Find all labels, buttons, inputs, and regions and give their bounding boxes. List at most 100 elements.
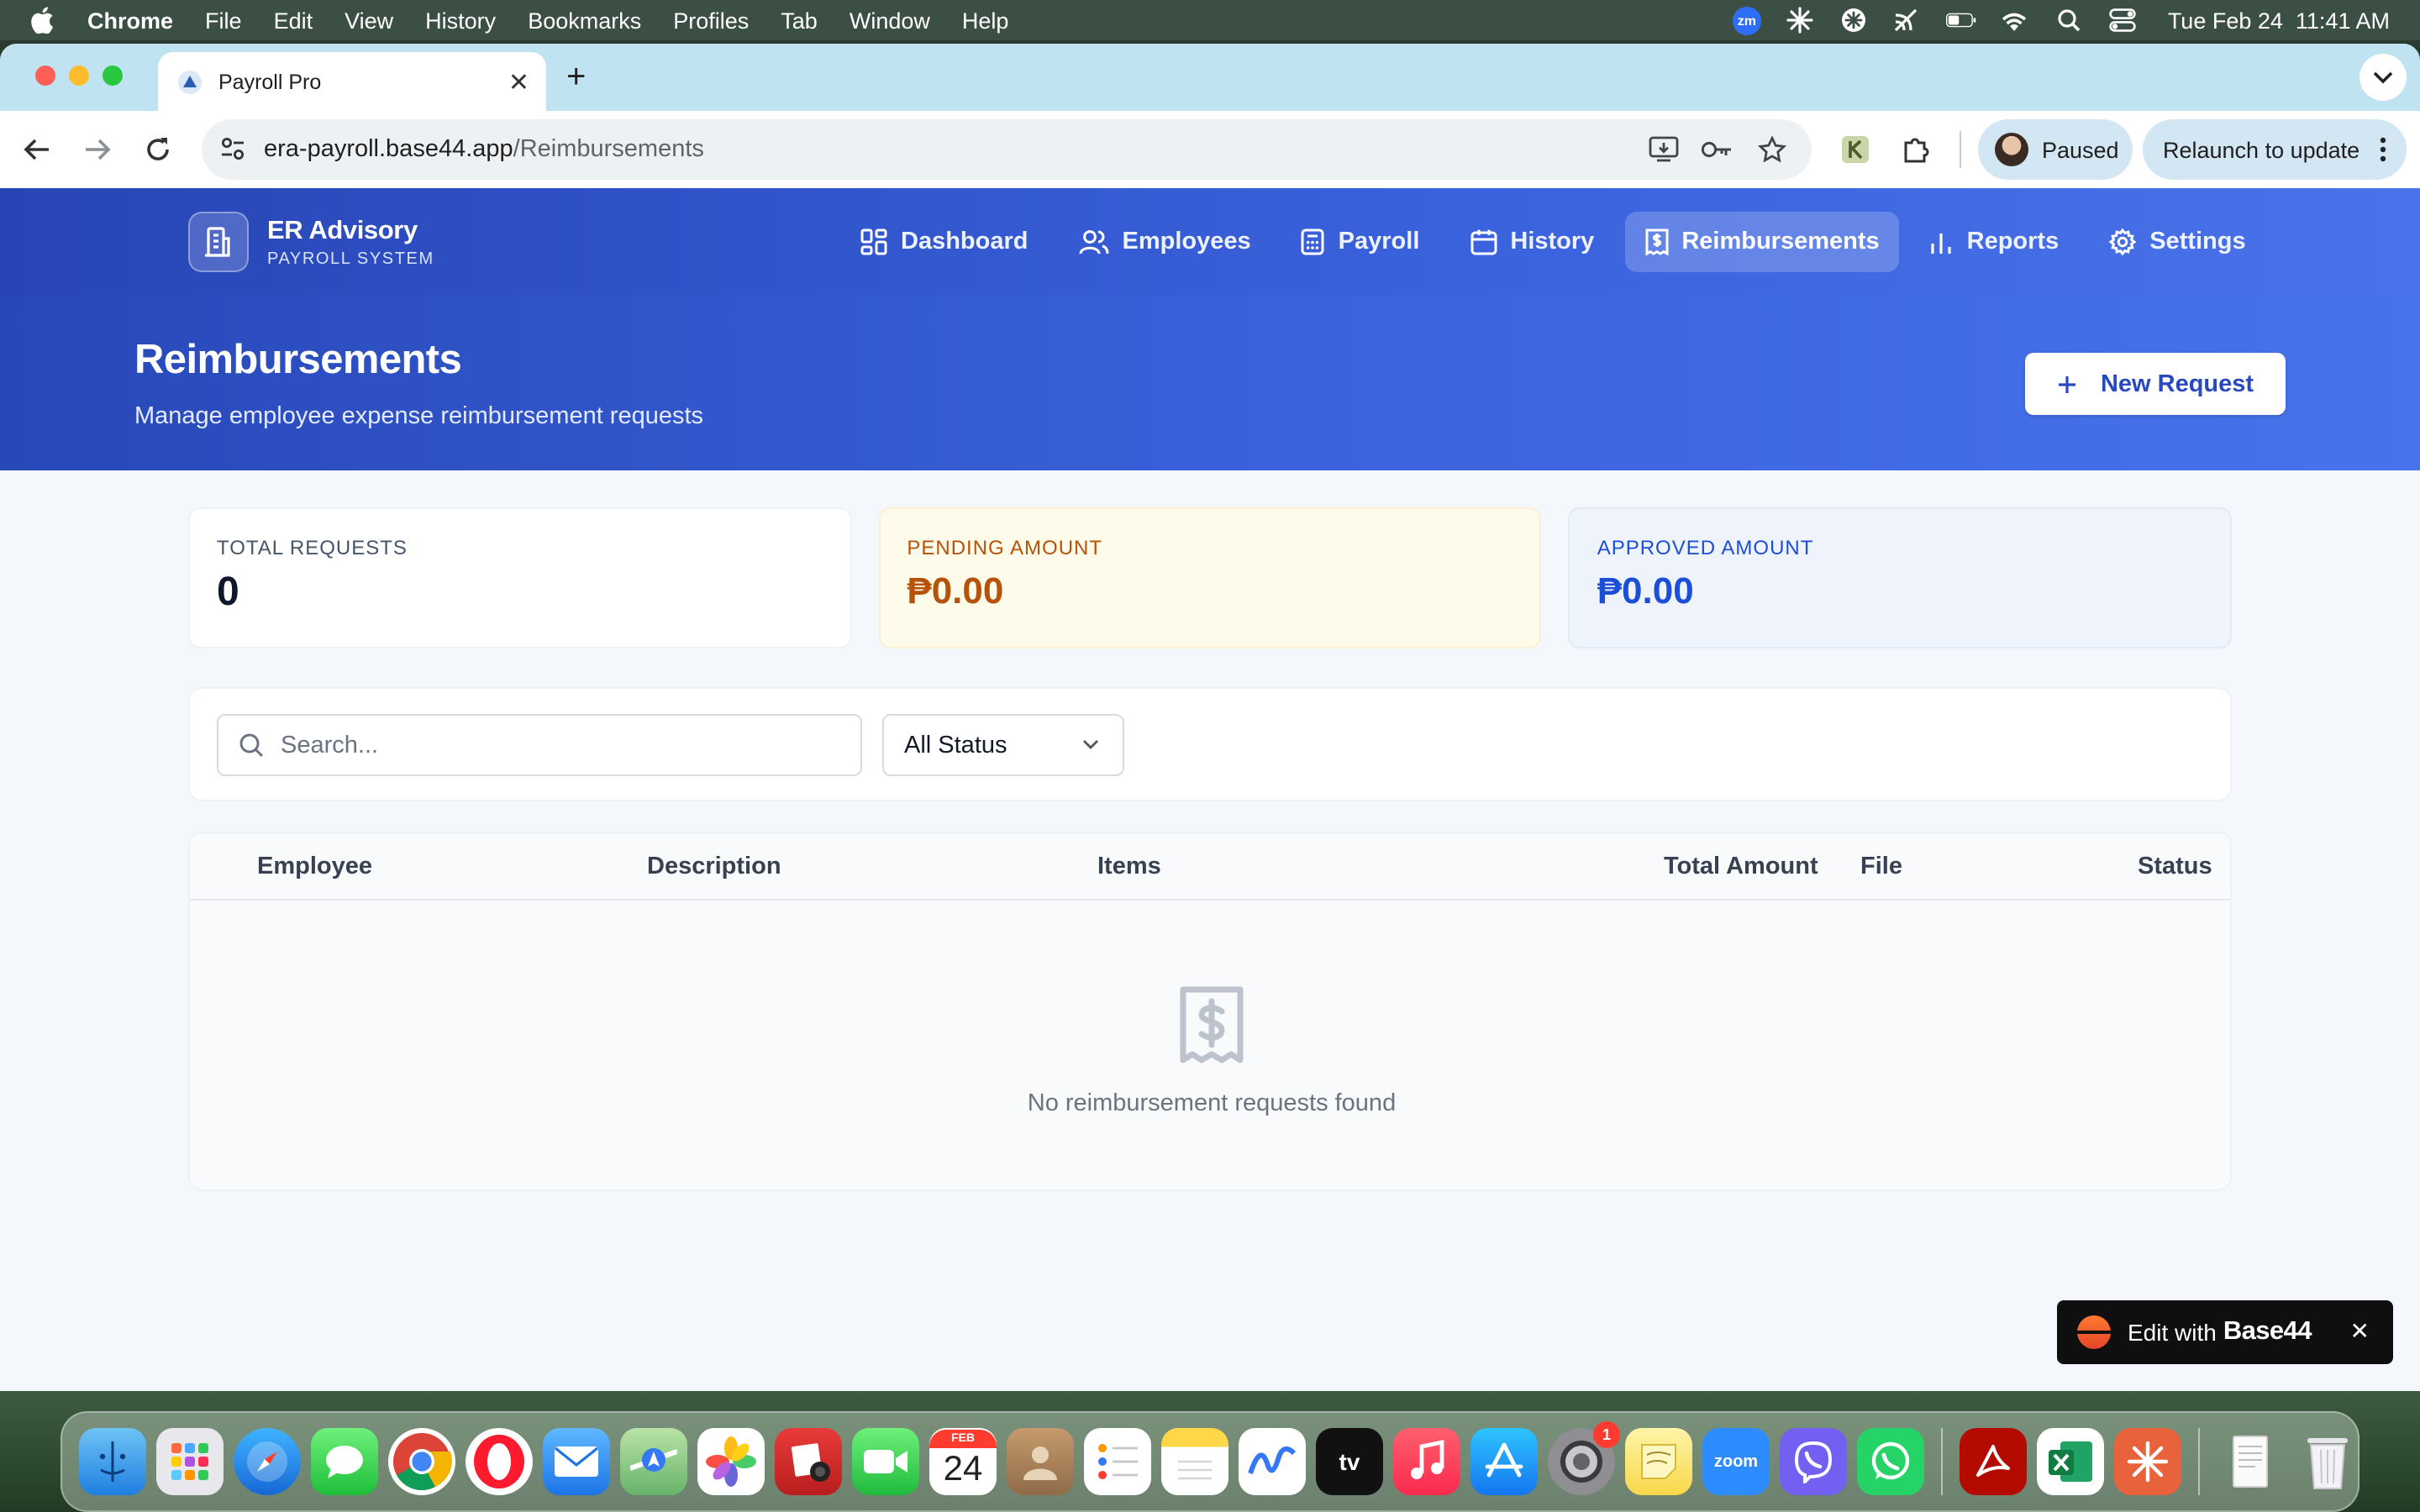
menu-bookmarks[interactable]: Bookmarks	[528, 8, 641, 33]
zoom-status-icon[interactable]: zm	[1732, 6, 1761, 34]
safari-icon[interactable]	[234, 1428, 301, 1495]
search-input[interactable]: Search...	[217, 714, 862, 776]
close-window-button[interactable]	[35, 66, 55, 86]
spotlight-search-icon[interactable]	[2054, 7, 2084, 34]
maps-icon[interactable]	[620, 1428, 687, 1495]
downloads-stack-icon[interactable]	[2217, 1428, 2284, 1495]
back-arrow-icon[interactable]	[20, 133, 54, 166]
facetime-icon[interactable]	[852, 1428, 919, 1495]
dock-divider	[1941, 1428, 1943, 1495]
browser-tab-payroll-pro[interactable]: Payroll Pro ✕	[158, 52, 546, 111]
launchpad-icon[interactable]	[156, 1428, 224, 1495]
col-file[interactable]: File	[1860, 853, 1902, 880]
messages-icon[interactable]	[311, 1428, 378, 1495]
close-badge-icon[interactable]: ✕	[2350, 1317, 2370, 1346]
menu-file[interactable]: File	[205, 8, 242, 33]
viber-icon[interactable]	[1780, 1428, 1847, 1495]
col-employee[interactable]: Employee	[257, 853, 372, 880]
contacts-icon[interactable]	[1007, 1428, 1074, 1495]
app-top-nav: ER Advisory PAYROLL SYSTEM Dashboard Emp…	[0, 188, 2420, 296]
zoom-app-icon[interactable]: zoom	[1702, 1428, 1770, 1495]
edit-with-base44-badge[interactable]: Edit with Base44 ✕	[2057, 1300, 2393, 1364]
approved-amount-value: ₱0.00	[1597, 570, 1694, 612]
calendar-icon	[1470, 229, 1497, 255]
col-total-amount[interactable]: Total Amount	[1664, 853, 1818, 880]
badge-status-icon[interactable]	[1839, 7, 1869, 34]
battery-icon[interactable]	[1945, 7, 1976, 34]
trash-icon[interactable]	[2294, 1428, 2361, 1495]
menu-help[interactable]: Help	[962, 8, 1009, 33]
bookmark-star-icon[interactable]	[1754, 133, 1788, 166]
install-app-icon[interactable]	[1647, 133, 1681, 166]
receipt-dollar-icon	[1180, 986, 1244, 1063]
reload-icon[interactable]	[141, 133, 175, 166]
forward-arrow-icon[interactable]	[81, 133, 114, 166]
app-store-icon[interactable]	[1470, 1428, 1538, 1495]
apple-menu-icon[interactable]	[30, 7, 60, 34]
menu-bar-clock[interactable]: Tue Feb 24 11:41 AM	[2168, 8, 2390, 33]
sparkle-status-icon[interactable]	[1785, 7, 1815, 34]
col-description[interactable]: Description	[647, 853, 781, 880]
app-brand[interactable]: ER Advisory PAYROLL SYSTEM	[188, 212, 434, 272]
zoom-window-button[interactable]	[103, 66, 123, 86]
menu-view[interactable]: View	[345, 8, 393, 33]
wifi-icon[interactable]	[2000, 7, 2030, 34]
photos-icon[interactable]	[697, 1428, 765, 1495]
nav-employees[interactable]: Employees	[1059, 212, 1271, 272]
relaunch-button[interactable]: Relaunch to update	[2143, 119, 2407, 180]
music-icon[interactable]	[1393, 1428, 1460, 1495]
profile-button[interactable]: Paused	[1978, 119, 2133, 180]
gear-icon	[2109, 228, 2137, 255]
finder-icon[interactable]	[79, 1428, 146, 1495]
new-tab-icon[interactable]: +	[566, 59, 586, 97]
tab-search-chevron-icon[interactable]	[2360, 54, 2407, 101]
acrobat-icon[interactable]	[1960, 1428, 2027, 1495]
address-bar[interactable]: era-payroll.base44.app/Reimbursements	[202, 119, 1812, 180]
menu-history[interactable]: History	[425, 8, 496, 33]
photo-booth-icon[interactable]	[775, 1428, 842, 1495]
extension-k-icon[interactable]	[1839, 133, 1872, 166]
whatsapp-icon[interactable]	[1857, 1428, 1924, 1495]
calendar-app-icon[interactable]: FEB 24	[929, 1428, 997, 1495]
password-key-icon[interactable]	[1701, 133, 1734, 166]
nav-settings[interactable]: Settings	[2089, 212, 2265, 272]
opera-icon[interactable]	[466, 1428, 533, 1495]
nav-history[interactable]: History	[1449, 212, 1614, 272]
col-status[interactable]: Status	[2138, 853, 2212, 880]
claude-icon[interactable]	[2114, 1428, 2181, 1495]
site-info-icon[interactable]	[218, 134, 247, 170]
chrome-icon[interactable]	[388, 1428, 455, 1495]
total-requests-label: TOTAL REQUESTS	[217, 536, 408, 559]
nav-reports[interactable]: Reports	[1910, 212, 2080, 272]
notes-icon[interactable]	[1161, 1428, 1228, 1495]
nav-employees-label: Employees	[1122, 228, 1251, 255]
nav-dashboard[interactable]: Dashboard	[840, 212, 1049, 272]
reminders-icon[interactable]	[1084, 1428, 1151, 1495]
col-items[interactable]: Items	[1097, 853, 1161, 880]
stickies-icon[interactable]	[1625, 1428, 1692, 1495]
pending-amount-label: PENDING AMOUNT	[907, 536, 1103, 559]
menu-app-name[interactable]: Chrome	[87, 8, 173, 33]
avatar	[1995, 133, 2028, 166]
extensions-puzzle-icon[interactable]	[1899, 133, 1933, 166]
cast-status-icon[interactable]	[1892, 7, 1923, 34]
mail-icon[interactable]	[543, 1428, 610, 1495]
more-vertical-icon[interactable]	[2380, 136, 2386, 163]
apple-tv-icon[interactable]: tv	[1316, 1428, 1383, 1495]
menu-window[interactable]: Window	[850, 8, 930, 33]
menu-tab[interactable]: Tab	[781, 8, 818, 33]
tab-close-icon[interactable]: ✕	[508, 67, 529, 97]
minimize-window-button[interactable]	[69, 66, 89, 86]
status-filter-select[interactable]: All Status	[882, 714, 1124, 776]
menu-profiles[interactable]: Profiles	[673, 8, 749, 33]
new-request-button[interactable]: New Request	[2025, 353, 2286, 415]
freeform-icon[interactable]	[1239, 1428, 1306, 1495]
control-center-icon[interactable]	[2107, 7, 2138, 34]
nav-payroll[interactable]: Payroll	[1281, 212, 1440, 272]
excel-icon[interactable]	[2037, 1428, 2104, 1495]
calendar-month: FEB	[929, 1429, 997, 1447]
nav-reimbursements[interactable]: Reimbursements	[1624, 212, 1900, 272]
system-settings-icon[interactable]: 1	[1548, 1421, 1620, 1495]
brand-subtitle: PAYROLL SYSTEM	[267, 249, 434, 268]
menu-edit[interactable]: Edit	[274, 8, 313, 33]
